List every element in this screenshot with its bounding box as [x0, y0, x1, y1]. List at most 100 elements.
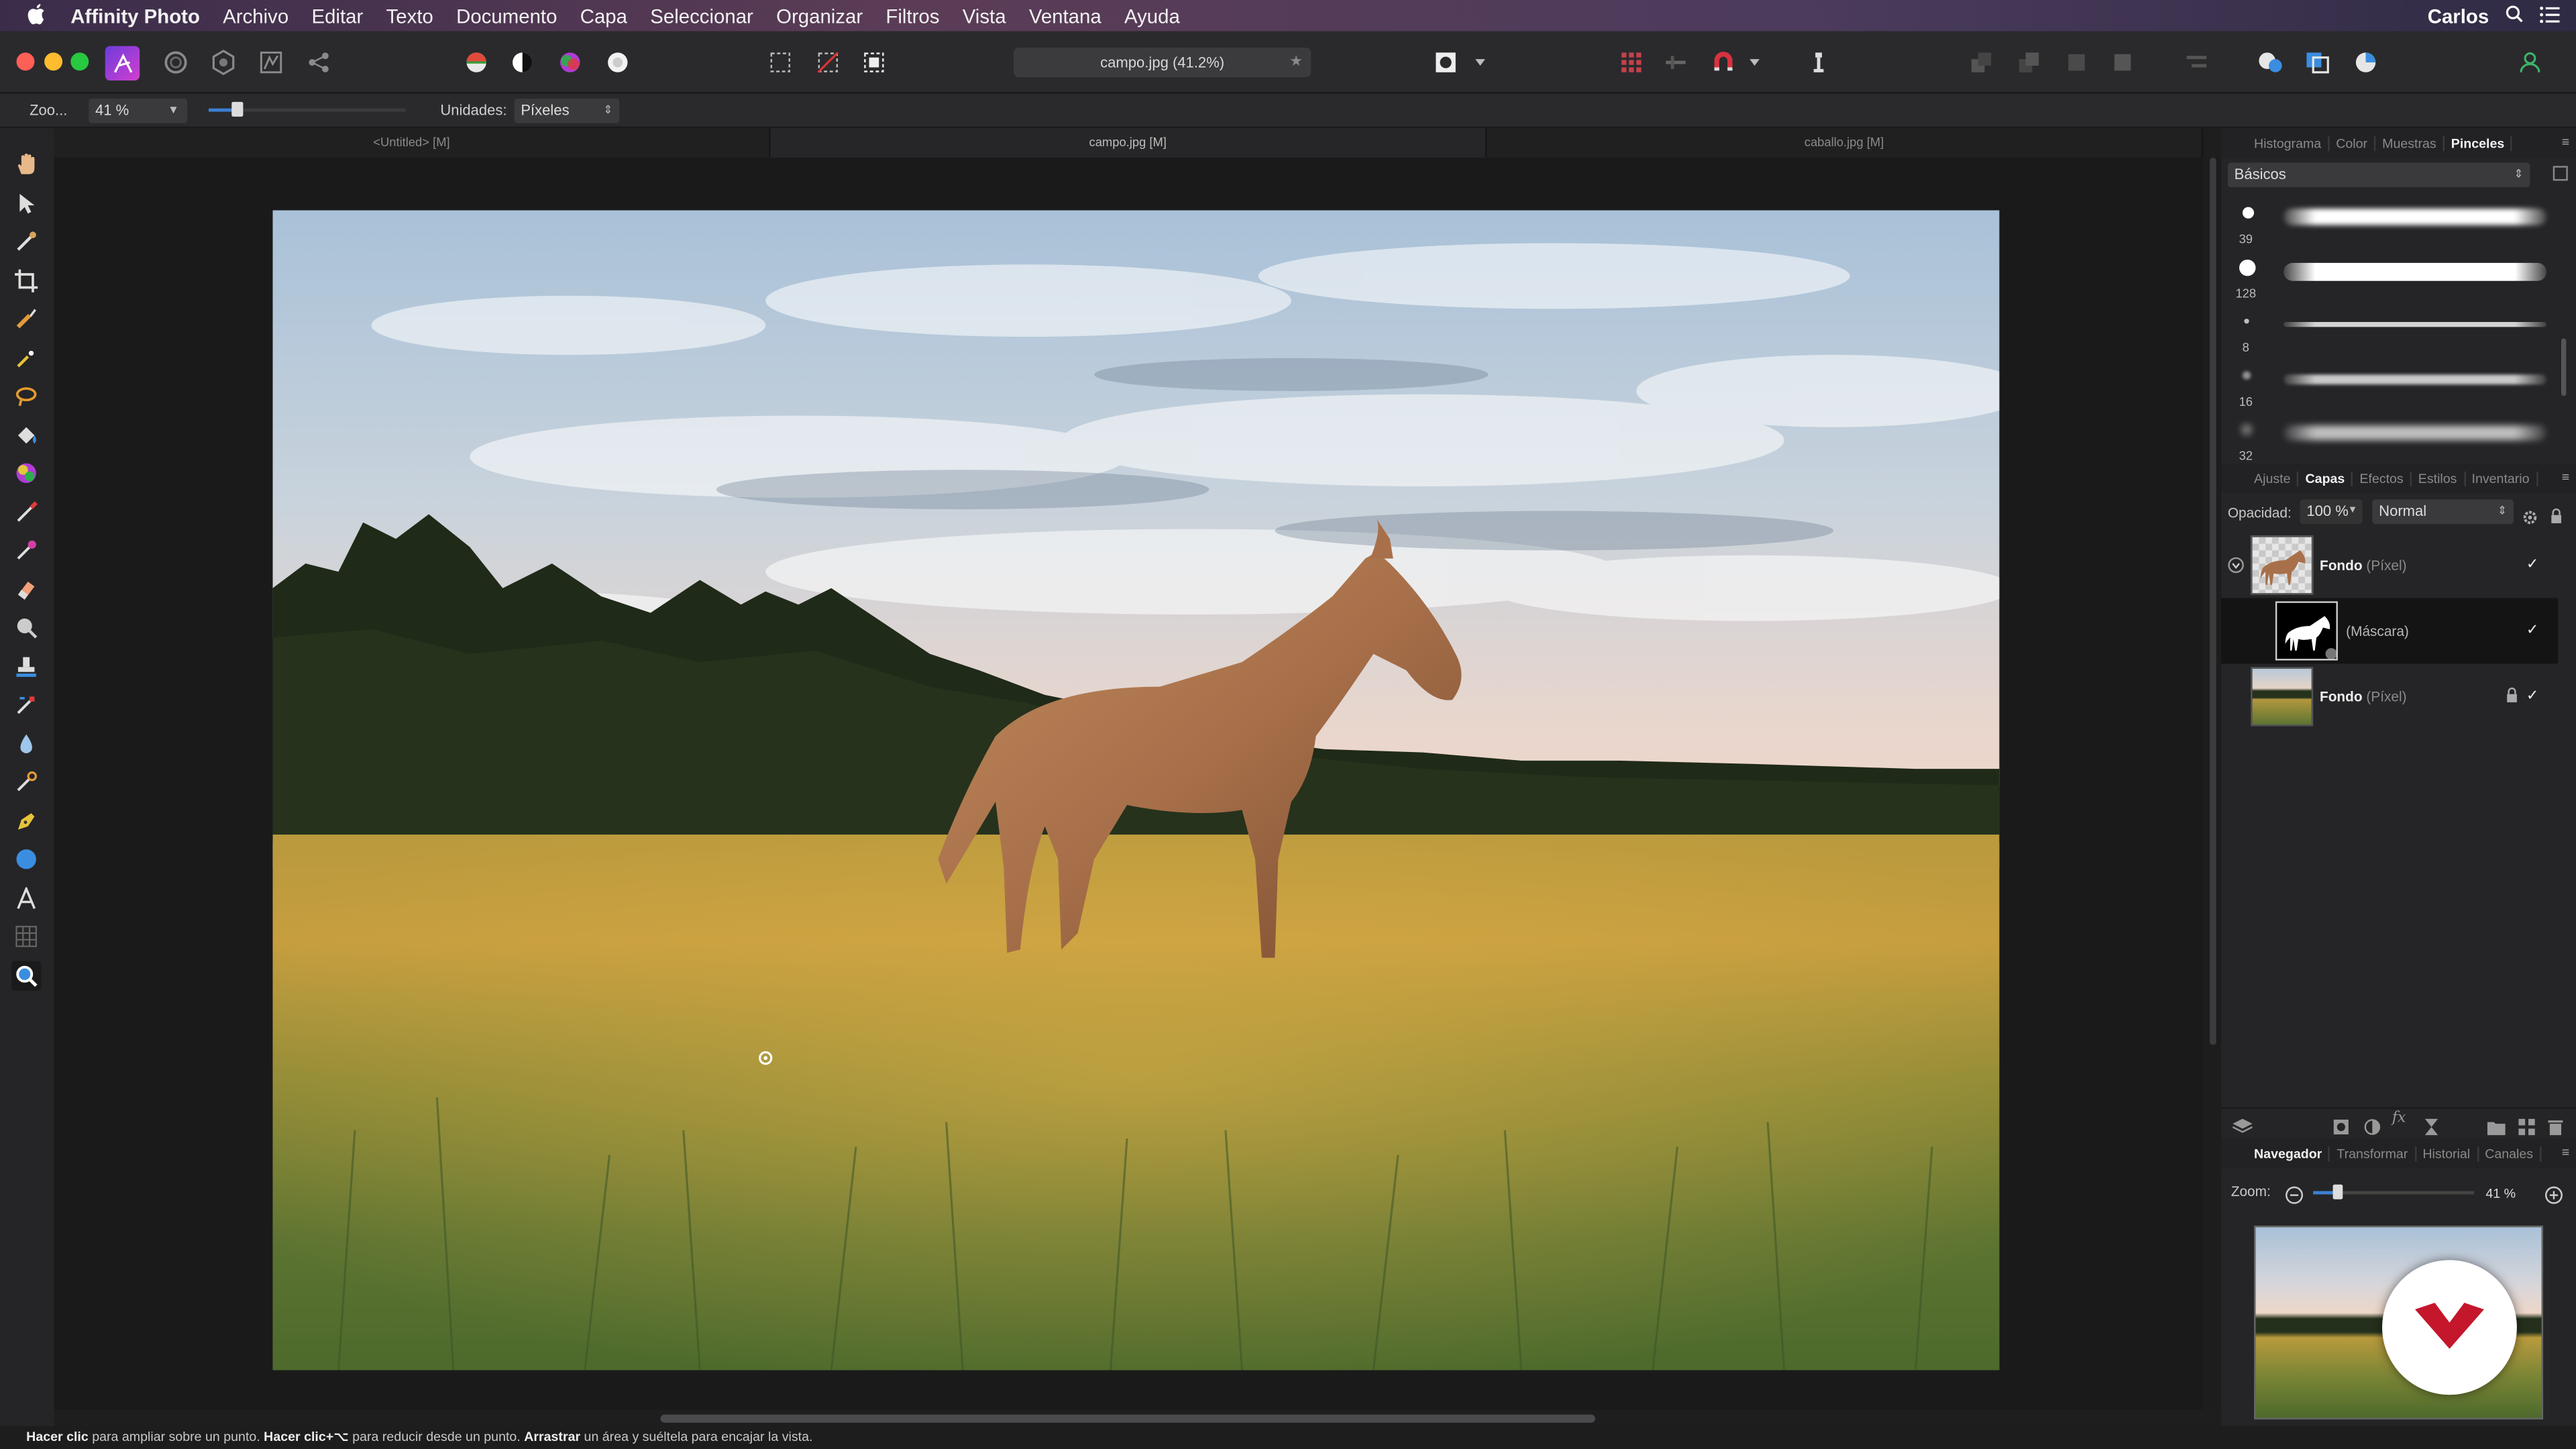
quick-mask-icon[interactable] — [1430, 46, 1462, 79]
shape-tool-icon[interactable] — [11, 845, 41, 874]
tab-capas[interactable]: Capas — [2299, 470, 2353, 486]
blur-brush-tool-icon[interactable] — [11, 729, 41, 759]
photo-persona-icon[interactable] — [105, 46, 140, 81]
layer-visibility-checkbox[interactable]: ✓ — [2524, 687, 2542, 705]
tab-navegador[interactable]: Navegador — [2247, 1146, 2330, 1161]
layer-visibility-checkbox[interactable]: ✓ — [2524, 555, 2542, 574]
insert-behind-icon[interactable] — [2302, 46, 2334, 79]
menu-vista[interactable]: Vista — [951, 4, 1018, 27]
erase-brush-tool-icon[interactable] — [11, 575, 41, 604]
zoom-slider-thumb[interactable] — [231, 101, 244, 117]
layer-locked-icon[interactable] — [2506, 687, 2519, 706]
vertical-scrollbar-thumb[interactable] — [2209, 158, 2216, 1045]
opacity-dropdown-icon[interactable]: ▼ — [2348, 499, 2358, 524]
brush-item[interactable]: 16 — [2221, 363, 2558, 417]
menu-ayuda[interactable]: Ayuda — [1113, 4, 1191, 27]
menu-capa[interactable]: Capa — [569, 4, 639, 27]
zoom-window-button[interactable] — [70, 52, 89, 71]
insert-inside-icon[interactable] — [2254, 46, 2287, 79]
menu-ventana[interactable]: Ventana — [1018, 4, 1113, 27]
brushes-panel-menu-icon[interactable]: ≡ — [2562, 135, 2569, 150]
freehand-selection-tool-icon[interactable] — [11, 381, 41, 411]
tab-pinceles[interactable]: Pinceles — [2445, 136, 2513, 151]
zoom-tool-icon[interactable] — [11, 961, 42, 991]
minimize-window-button[interactable] — [44, 52, 63, 71]
menu-texto[interactable]: Texto — [374, 4, 445, 27]
arrange-backward-icon[interactable] — [2012, 46, 2045, 79]
brush-category-select[interactable]: Básicos ⇕ — [2227, 162, 2530, 188]
tab-canales[interactable]: Canales — [2478, 1146, 2542, 1161]
canvas-area[interactable] — [54, 158, 2204, 1410]
brush-panel-options-icon[interactable] — [2553, 166, 2568, 181]
auto-levels-icon[interactable] — [460, 46, 493, 79]
vertical-scrollbar[interactable] — [2204, 158, 2222, 1410]
auto-colors-icon[interactable] — [553, 46, 586, 79]
tab-historial[interactable]: Historial — [2416, 1146, 2479, 1161]
document-title-field[interactable]: campo.jpg (41.2%) ★ — [1014, 48, 1311, 78]
layer-row[interactable]: Fondo (Píxel) ✓ — [2221, 663, 2558, 729]
menu-filtros[interactable]: Filtros — [874, 4, 951, 27]
spotlight-search-icon[interactable] — [2506, 4, 2524, 27]
notification-center-icon[interactable] — [2540, 4, 2560, 27]
layer-settings-gear-icon[interactable] — [2522, 504, 2538, 534]
color-replacement-tool-icon[interactable] — [11, 535, 41, 565]
tab-caballo[interactable]: caballo.jpg [M] — [1487, 128, 2204, 158]
units-select[interactable]: Píxeles ⇕ — [514, 98, 620, 123]
move-tool-icon[interactable] — [11, 189, 41, 219]
menu-archivo[interactable]: Archivo — [211, 4, 300, 27]
layer-row[interactable]: Fondo (Píxel) ✓ — [2221, 532, 2558, 598]
account-icon[interactable] — [2514, 46, 2546, 79]
quick-mask-dropdown-icon[interactable] — [1468, 46, 1491, 79]
brush-list-scrollbar[interactable] — [2561, 338, 2567, 396]
snapping-grid-icon[interactable] — [1615, 46, 1648, 79]
horizontal-scrollbar[interactable] — [660, 1414, 1595, 1423]
liquify-persona-icon[interactable] — [160, 46, 193, 79]
opacity-field[interactable]: 100 % ▼ — [2300, 499, 2363, 525]
crop-tool-icon[interactable] — [11, 266, 41, 296]
layer-row-selected[interactable]: (Máscara) ✓ — [2221, 598, 2559, 664]
flood-select-tool-icon[interactable] — [11, 343, 41, 373]
paint-brush-tool-icon[interactable] — [11, 498, 41, 527]
tab-muestras[interactable]: Muestras — [2375, 136, 2445, 151]
dodge-brush-tool-icon[interactable] — [11, 612, 41, 642]
layer-expand-chevron-icon[interactable] — [2228, 557, 2244, 576]
smudge-brush-tool-icon[interactable] — [11, 767, 41, 797]
mesh-warp-tool-icon[interactable] — [11, 922, 41, 951]
layers-panel-menu-icon[interactable]: ≡ — [2562, 470, 2569, 484]
tone-mapping-persona-icon[interactable] — [255, 46, 288, 79]
snapping-magnet-icon[interactable] — [1707, 46, 1740, 79]
brush-item[interactable]: 8 — [2221, 309, 2558, 363]
snapping-dropdown-icon[interactable] — [1743, 46, 1766, 79]
document-star-icon[interactable]: ★ — [1289, 52, 1303, 70]
layer-visibility-checkbox[interactable]: ✓ — [2524, 621, 2542, 639]
fx-layer-icon[interactable]: fx — [2392, 1111, 2406, 1127]
selection-brush-tool-icon[interactable] — [11, 304, 41, 333]
flood-fill-tool-icon[interactable] — [11, 421, 41, 450]
tab-histograma[interactable]: Histograma — [2247, 136, 2330, 151]
layer-lock-icon[interactable] — [2550, 502, 2563, 532]
deselect-icon[interactable] — [812, 46, 845, 79]
blend-mode-select[interactable]: Normal ⇕ — [2372, 499, 2514, 525]
view-tool-hand-icon[interactable] — [11, 150, 41, 179]
menu-editar[interactable]: Editar — [300, 4, 374, 27]
select-all-icon[interactable] — [764, 46, 797, 79]
zoom-in-icon[interactable] — [2544, 1183, 2563, 1212]
tab-untitled[interactable]: <Untitled> [M] — [54, 128, 771, 158]
arrange-back-icon[interactable] — [1965, 46, 1998, 79]
apple-menu-icon[interactable] — [0, 3, 58, 29]
zoom-dropdown-icon[interactable]: ▼ — [168, 99, 179, 123]
snapping-align-icon[interactable] — [1659, 46, 1692, 79]
tab-efectos[interactable]: Efectos — [2353, 470, 2412, 486]
navigator-panel-menu-icon[interactable]: ≡ — [2562, 1145, 2569, 1160]
user-name[interactable]: Carlos — [2428, 4, 2489, 27]
zoom-out-icon[interactable] — [2286, 1183, 2304, 1212]
brush-item[interactable]: 128 — [2221, 255, 2558, 309]
tab-inventario[interactable]: Inventario — [2465, 470, 2538, 486]
navigator-zoom-slider[interactable] — [2313, 1184, 2475, 1199]
tab-campo[interactable]: campo.jpg [M] — [770, 128, 1487, 158]
auto-contrast-icon[interactable] — [506, 46, 539, 79]
brush-item[interactable]: 39 — [2221, 201, 2558, 255]
menu-seleccionar[interactable]: Seleccionar — [639, 4, 765, 27]
export-persona-icon[interactable] — [303, 46, 335, 79]
align-icon[interactable] — [2180, 46, 2213, 79]
